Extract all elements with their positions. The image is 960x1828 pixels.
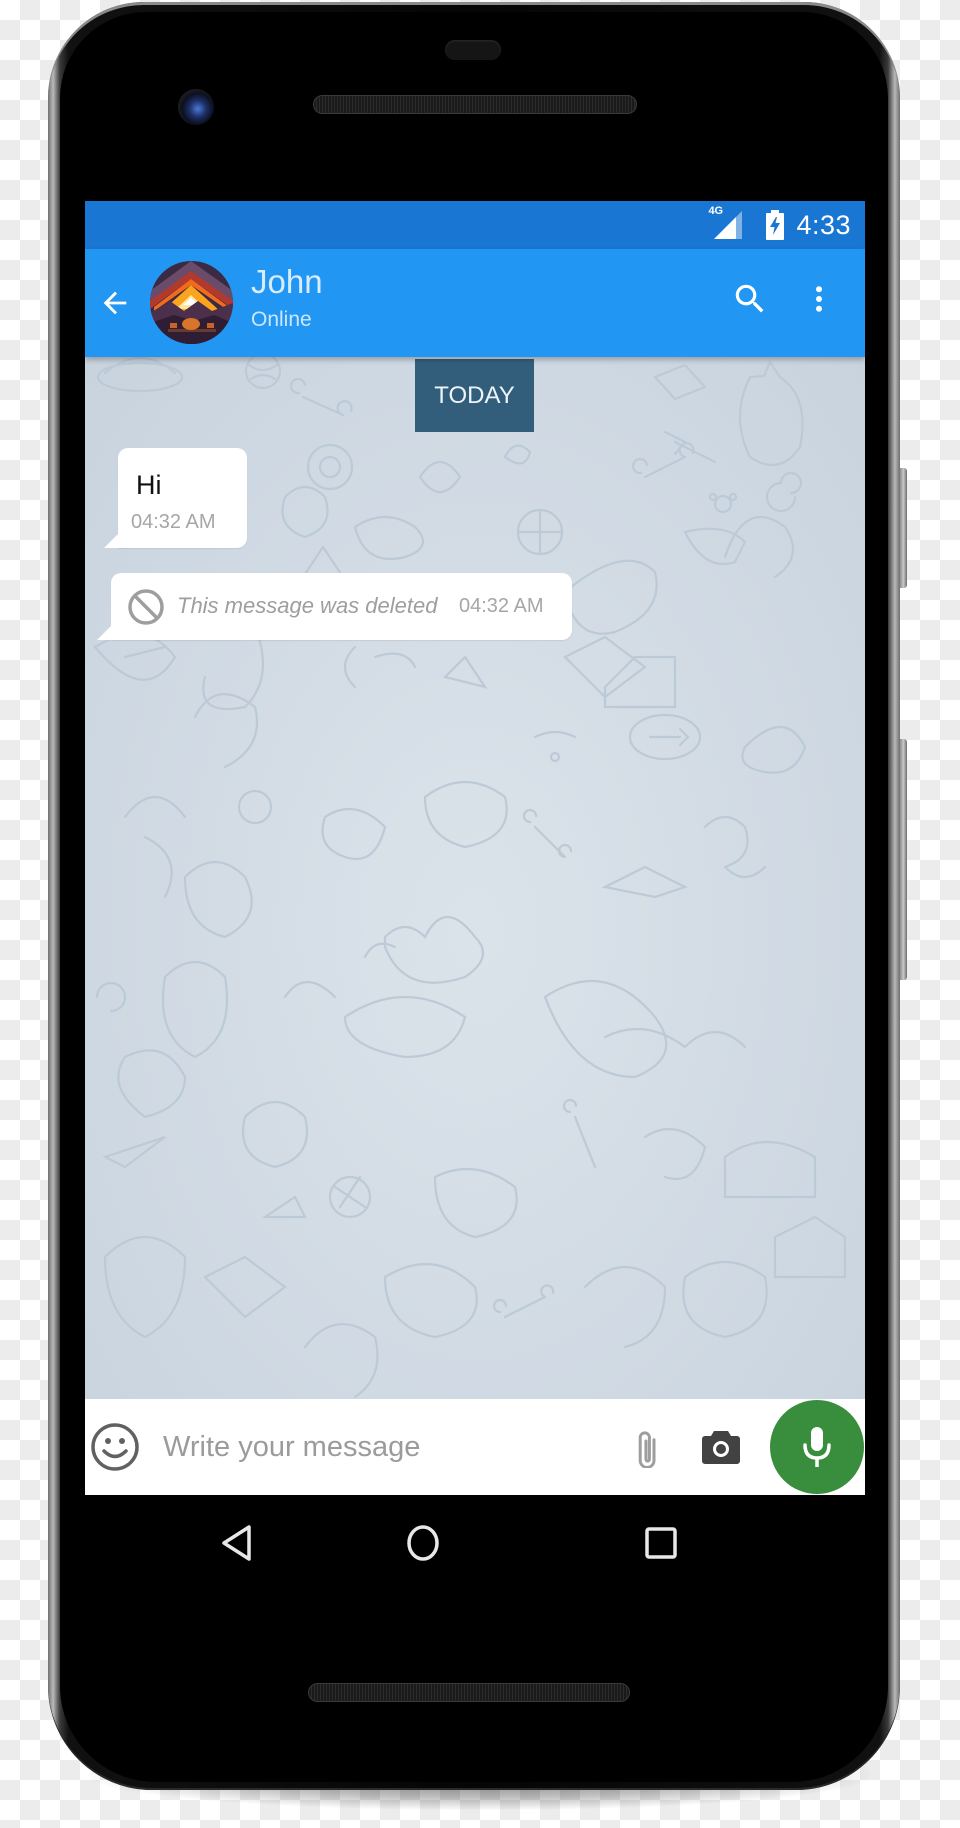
attach-button[interactable] xyxy=(623,1423,667,1471)
search-icon xyxy=(735,284,764,313)
top-speaker xyxy=(313,95,637,114)
signal-icon: 4G xyxy=(708,205,744,241)
battery-charging-icon xyxy=(766,210,785,240)
message-time: 04:32 AM xyxy=(459,595,544,617)
status-bar: 4G 4:33 xyxy=(85,201,865,249)
chat-header: John Online xyxy=(85,249,865,357)
incoming-message[interactable]: Hi 04:32 AM xyxy=(104,448,247,548)
search-button[interactable] xyxy=(728,277,772,321)
block-icon xyxy=(128,589,164,625)
mic-icon xyxy=(803,1427,831,1467)
front-camera xyxy=(178,89,214,125)
deleted-message[interactable]: This message was deleted 04:32 AM xyxy=(97,573,572,640)
contact-avatar[interactable] xyxy=(150,261,233,344)
more-options-button[interactable] xyxy=(797,277,841,321)
nav-recents-icon xyxy=(645,1527,677,1559)
emoji-button[interactable] xyxy=(89,1421,141,1473)
nav-back-button[interactable] xyxy=(213,1519,261,1567)
camera-button[interactable] xyxy=(698,1423,744,1471)
back-button[interactable] xyxy=(93,281,137,325)
bubble-tail xyxy=(97,626,111,640)
emoji-icon xyxy=(91,1423,139,1471)
nav-recents-button[interactable] xyxy=(637,1519,685,1567)
contact-status: Online xyxy=(251,308,312,331)
voice-record-button[interactable] xyxy=(770,1400,864,1494)
chat-messages-area[interactable]: TODAY Hi 04:32 AM This message was delet… xyxy=(85,357,865,1399)
date-separator: TODAY xyxy=(415,359,534,432)
nav-home-button[interactable] xyxy=(399,1519,447,1567)
nav-back-icon xyxy=(222,1525,251,1561)
status-indicators: 4G 4:33 xyxy=(708,201,851,249)
contact-name[interactable]: John xyxy=(251,263,323,301)
system-nav-bar xyxy=(85,1495,865,1591)
earpiece xyxy=(445,40,501,60)
camera-icon xyxy=(702,1431,740,1464)
bubble-tail xyxy=(104,534,118,548)
message-time: 04:32 AM xyxy=(131,511,216,533)
attach-icon xyxy=(638,1431,656,1468)
app-screen: 4G 4:33 John Online TODAY Hi 04:32 AM Th… xyxy=(85,201,865,1495)
message-composer xyxy=(85,1399,865,1495)
arrow-back-icon xyxy=(103,291,127,315)
bottom-speaker xyxy=(308,1683,630,1702)
message-input[interactable] xyxy=(163,1423,583,1471)
power-button xyxy=(900,468,907,588)
more-vert-icon xyxy=(816,286,822,312)
nav-home-icon xyxy=(407,1525,439,1561)
message-text: Hi xyxy=(136,470,162,500)
message-text: This message was deleted xyxy=(177,593,438,618)
clock: 4:33 xyxy=(796,209,851,240)
volume-button xyxy=(900,739,907,980)
